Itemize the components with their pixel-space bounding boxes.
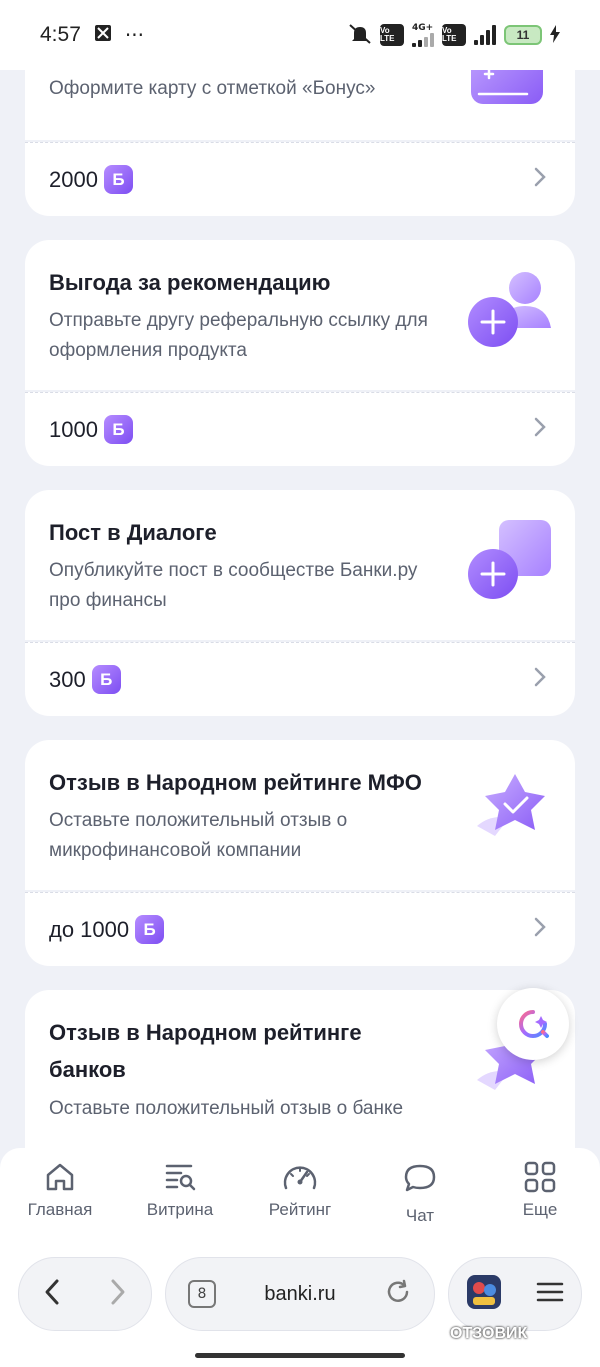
address-bar[interactable]: 8 banki.ru xyxy=(165,1257,435,1331)
task-card-mfo-review[interactable]: Отзыв в Народном рейтинге МФО Оставьте п… xyxy=(25,740,575,890)
bonus-badge: Б xyxy=(91,665,121,694)
signal-1-icon xyxy=(412,33,434,47)
task-description: Оставьте положительный отзыв о микрофина… xyxy=(49,810,348,861)
nav-home[interactable]: Главная xyxy=(5,1160,115,1243)
home-icon xyxy=(46,1163,74,1191)
task-description: Оформите карту с отметкой «Бонус» xyxy=(49,78,376,99)
app-notification-icon xyxy=(93,23,113,48)
profile-avatar[interactable] xyxy=(465,1273,503,1315)
bonus-badge: Б xyxy=(103,165,133,194)
task-title: Выгода за рекомендацию xyxy=(49,270,331,295)
bonus-badge: Б xyxy=(135,915,165,944)
nav-label: Чат xyxy=(405,1206,435,1225)
speedometer-icon xyxy=(283,1166,317,1190)
chevron-right-icon xyxy=(533,415,547,445)
forward-button[interactable] xyxy=(108,1277,128,1311)
charging-icon xyxy=(550,24,560,46)
url-text: banki.ru xyxy=(264,1282,336,1305)
assistant-button[interactable] xyxy=(497,988,569,1060)
status-time: 4:57 xyxy=(40,23,81,46)
reward-amount: до 1000 xyxy=(49,916,130,942)
network-type-label: 4G+ xyxy=(412,23,434,33)
post-plus-icon xyxy=(468,520,551,599)
home-indicator xyxy=(195,1353,405,1358)
browser-menu-button[interactable] xyxy=(535,1280,565,1308)
chevron-right-icon xyxy=(533,915,547,945)
reward-amount: 300 xyxy=(49,666,86,692)
back-button[interactable] xyxy=(42,1277,62,1311)
task-reward-row[interactable]: до 1000 Б xyxy=(25,892,575,966)
task-card-dialog-post[interactable]: Пост в Диалоге Опубликуйте пост в сообще… xyxy=(25,490,575,640)
reload-icon xyxy=(387,1279,409,1302)
user-plus-icon xyxy=(468,272,551,347)
browser-toolbar: 8 banki.ru ОТЗОВИК xyxy=(0,1243,600,1367)
profile-menu-group xyxy=(448,1257,582,1331)
bottom-navigation: Главная Витрина Рейтинг Чат Еще xyxy=(0,1148,600,1243)
nav-rating[interactable]: Рейтинг xyxy=(245,1160,355,1243)
chevron-right-icon xyxy=(533,165,547,195)
showcase-icon xyxy=(165,1164,196,1191)
reward-amount: 1000 xyxy=(49,416,98,442)
task-title: Отзыв в Народном рейтинге банков xyxy=(49,1020,362,1082)
nav-label: Еще xyxy=(522,1200,558,1219)
bonus-badge: Б xyxy=(103,415,133,444)
reward-amount: 2000 xyxy=(49,166,98,192)
chevron-right-icon xyxy=(533,665,547,695)
forward-icon xyxy=(111,1279,125,1305)
history-nav-group xyxy=(18,1257,152,1331)
task-card-referral[interactable]: Выгода за рекомендацию Отправьте другу р… xyxy=(25,240,575,390)
reload-button[interactable] xyxy=(384,1278,412,1310)
star-check-icon xyxy=(477,774,545,836)
more-notifications-icon: ··· xyxy=(124,23,144,47)
nav-chat[interactable]: Чат xyxy=(365,1160,475,1243)
task-title: Отзыв в Народном рейтинге МФО xyxy=(49,770,422,795)
nav-label: Главная xyxy=(27,1200,93,1219)
nav-label: Рейтинг xyxy=(268,1200,332,1219)
watermark: ОТЗОВИК xyxy=(450,1325,528,1342)
volte-1-icon: Vo LTE xyxy=(380,24,404,46)
task-description: Отправьте другу реферальную ссылку для о… xyxy=(49,310,428,361)
chat-icon xyxy=(404,1164,436,1192)
task-title: Пост в Диалоге xyxy=(49,520,217,545)
task-description: Оставьте положительный отзыв о банке xyxy=(49,1098,404,1119)
grid-icon xyxy=(524,1161,556,1193)
task-reward-row[interactable]: 2000 Б xyxy=(25,142,575,216)
hamburger-menu-icon xyxy=(536,1282,564,1302)
battery-indicator: 11 xyxy=(504,25,542,45)
nav-showcase[interactable]: Витрина xyxy=(125,1160,235,1243)
nav-label: Витрина xyxy=(146,1200,214,1219)
volte-2-icon: Vo LTE xyxy=(442,24,466,46)
signal-2-icon xyxy=(474,25,496,45)
tabs-button[interactable]: 8 xyxy=(188,1280,216,1308)
status-bar: 4:57 ··· Vo LTE 4G+ Vo LTE 11 xyxy=(0,0,600,70)
back-icon xyxy=(45,1279,59,1305)
assistant-icon xyxy=(519,1010,549,1038)
avatar-icon xyxy=(467,1275,501,1309)
task-description: Опубликуйте пост в сообществе Банки.ру п… xyxy=(49,560,418,611)
mute-icon xyxy=(348,23,372,48)
task-reward-row[interactable]: 300 Б xyxy=(25,642,575,716)
nav-more[interactable]: Еще xyxy=(485,1160,595,1243)
task-reward-row[interactable]: 1000 Б xyxy=(25,392,575,466)
